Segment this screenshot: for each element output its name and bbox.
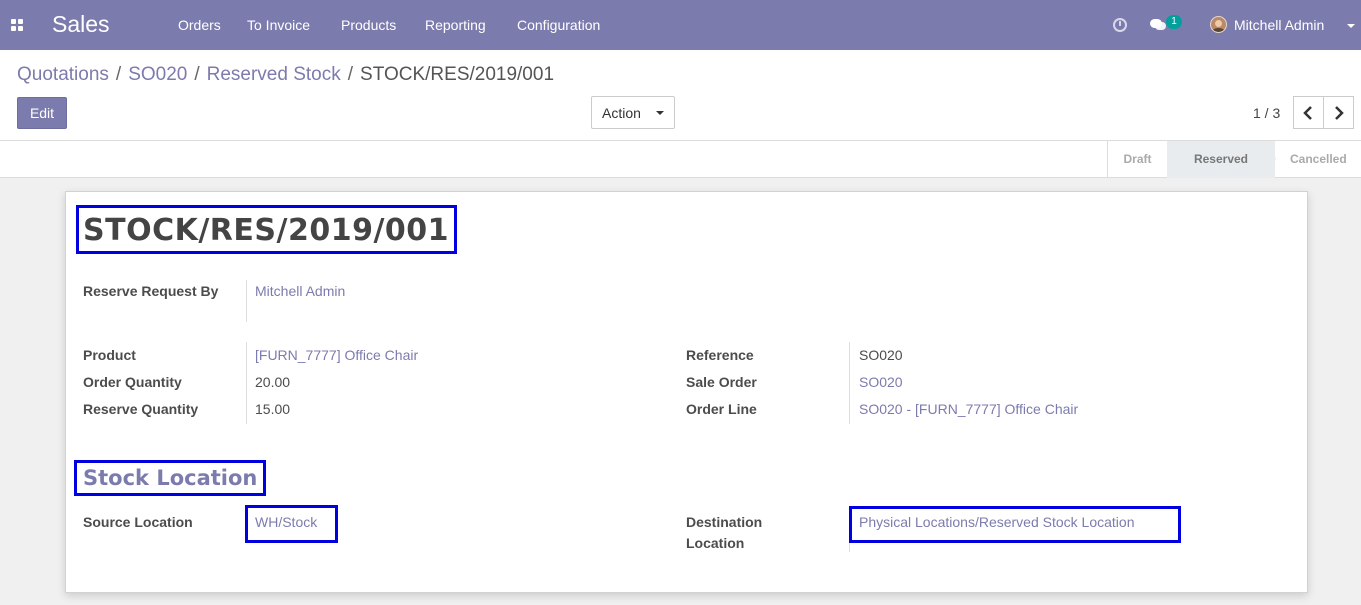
menu-to-invoice[interactable]: To Invoice	[247, 17, 310, 33]
source-location-label: Source Location	[83, 514, 193, 530]
action-label: Action	[602, 104, 641, 121]
user-menu[interactable]: Mitchell Admin	[1234, 17, 1324, 33]
field-divider	[246, 342, 247, 424]
breadcrumb-separator: /	[194, 64, 200, 85]
menu-orders[interactable]: Orders	[178, 17, 221, 33]
reserve-request-by-value[interactable]: Mitchell Admin	[255, 281, 345, 302]
top-navbar: Sales Orders To Invoice Products Reporti…	[0, 0, 1361, 50]
chevron-right-icon	[1335, 106, 1344, 120]
apps-icon[interactable]	[11, 19, 24, 31]
control-panel: Quotations / SO020 / Reserved Stock / STOCK/RE…	[0, 50, 1361, 141]
reference-value: SO020	[859, 347, 903, 363]
stage-arrow	[1267, 141, 1276, 178]
chat-icon[interactable]	[1150, 19, 1166, 31]
reference-label: Reference	[686, 347, 754, 363]
stage-reserved[interactable]: Reserved	[1167, 141, 1275, 178]
avatar[interactable]	[1210, 16, 1227, 33]
clock-icon[interactable]	[1113, 18, 1127, 32]
pager-next-button[interactable]	[1323, 96, 1354, 129]
highlight-box	[74, 460, 266, 496]
stage-draft[interactable]: Draft	[1107, 141, 1167, 178]
highlight-box	[849, 506, 1181, 543]
reserve-request-by-label: Reserve Request By	[83, 283, 219, 299]
order-line-label: Order Line	[686, 401, 757, 417]
product-label: Product	[83, 347, 136, 363]
highlight-box	[76, 205, 457, 254]
chevron-left-icon	[1303, 106, 1312, 120]
reserve-quantity-label: Reserve Quantity	[83, 401, 199, 417]
breadcrumb-separator: /	[115, 64, 122, 85]
highlight-box	[245, 505, 338, 543]
chevron-down-icon	[656, 111, 664, 115]
breadcrumb-so020[interactable]: SO020	[128, 64, 187, 85]
pager-previous-button[interactable]	[1293, 96, 1324, 129]
chevron-down-icon[interactable]	[1347, 24, 1355, 28]
pager-value: 1 / 3	[1253, 105, 1281, 121]
reserve-quantity-value: 15.00	[255, 401, 291, 417]
app-name[interactable]: Sales	[52, 11, 110, 38]
chat-count-badge: 1	[1166, 15, 1182, 29]
breadcrumb-reserved-stock[interactable]: Reserved Stock	[207, 64, 341, 85]
breadcrumb: Quotations / SO020 / Reserved Stock / STOCK/RE…	[17, 64, 554, 86]
breadcrumb-quotations[interactable]: Quotations	[17, 64, 109, 85]
stage-cancelled[interactable]: Cancelled	[1290, 141, 1361, 178]
menu-products[interactable]: Products	[341, 17, 396, 33]
form-sheet: STOCK/RES/2019/001 Reserve Request By Mi…	[65, 191, 1308, 593]
sale-order-label: Sale Order	[686, 374, 757, 390]
menu-reporting[interactable]: Reporting	[425, 17, 486, 33]
breadcrumb-current: STOCK/RES/2019/001	[360, 64, 555, 85]
breadcrumb-separator: /	[347, 64, 354, 85]
edit-button[interactable]: Edit	[17, 97, 67, 129]
field-divider	[849, 342, 850, 424]
order-quantity-label: Order Quantity	[83, 374, 182, 390]
field-divider	[246, 280, 247, 322]
status-bar: Draft Reserved Cancelled	[0, 141, 1361, 178]
menu-configuration[interactable]: Configuration	[517, 17, 600, 33]
order-line-value[interactable]: SO020 - [FURN_7777] Office Chair	[859, 399, 1078, 420]
product-value[interactable]: [FURN_7777] Office Chair	[255, 345, 418, 366]
order-quantity-value: 20.00	[255, 374, 291, 390]
action-dropdown-button[interactable]: Action	[591, 96, 675, 129]
sale-order-value[interactable]: SO020	[859, 372, 903, 393]
destination-location-label: Destination Location	[686, 514, 763, 551]
